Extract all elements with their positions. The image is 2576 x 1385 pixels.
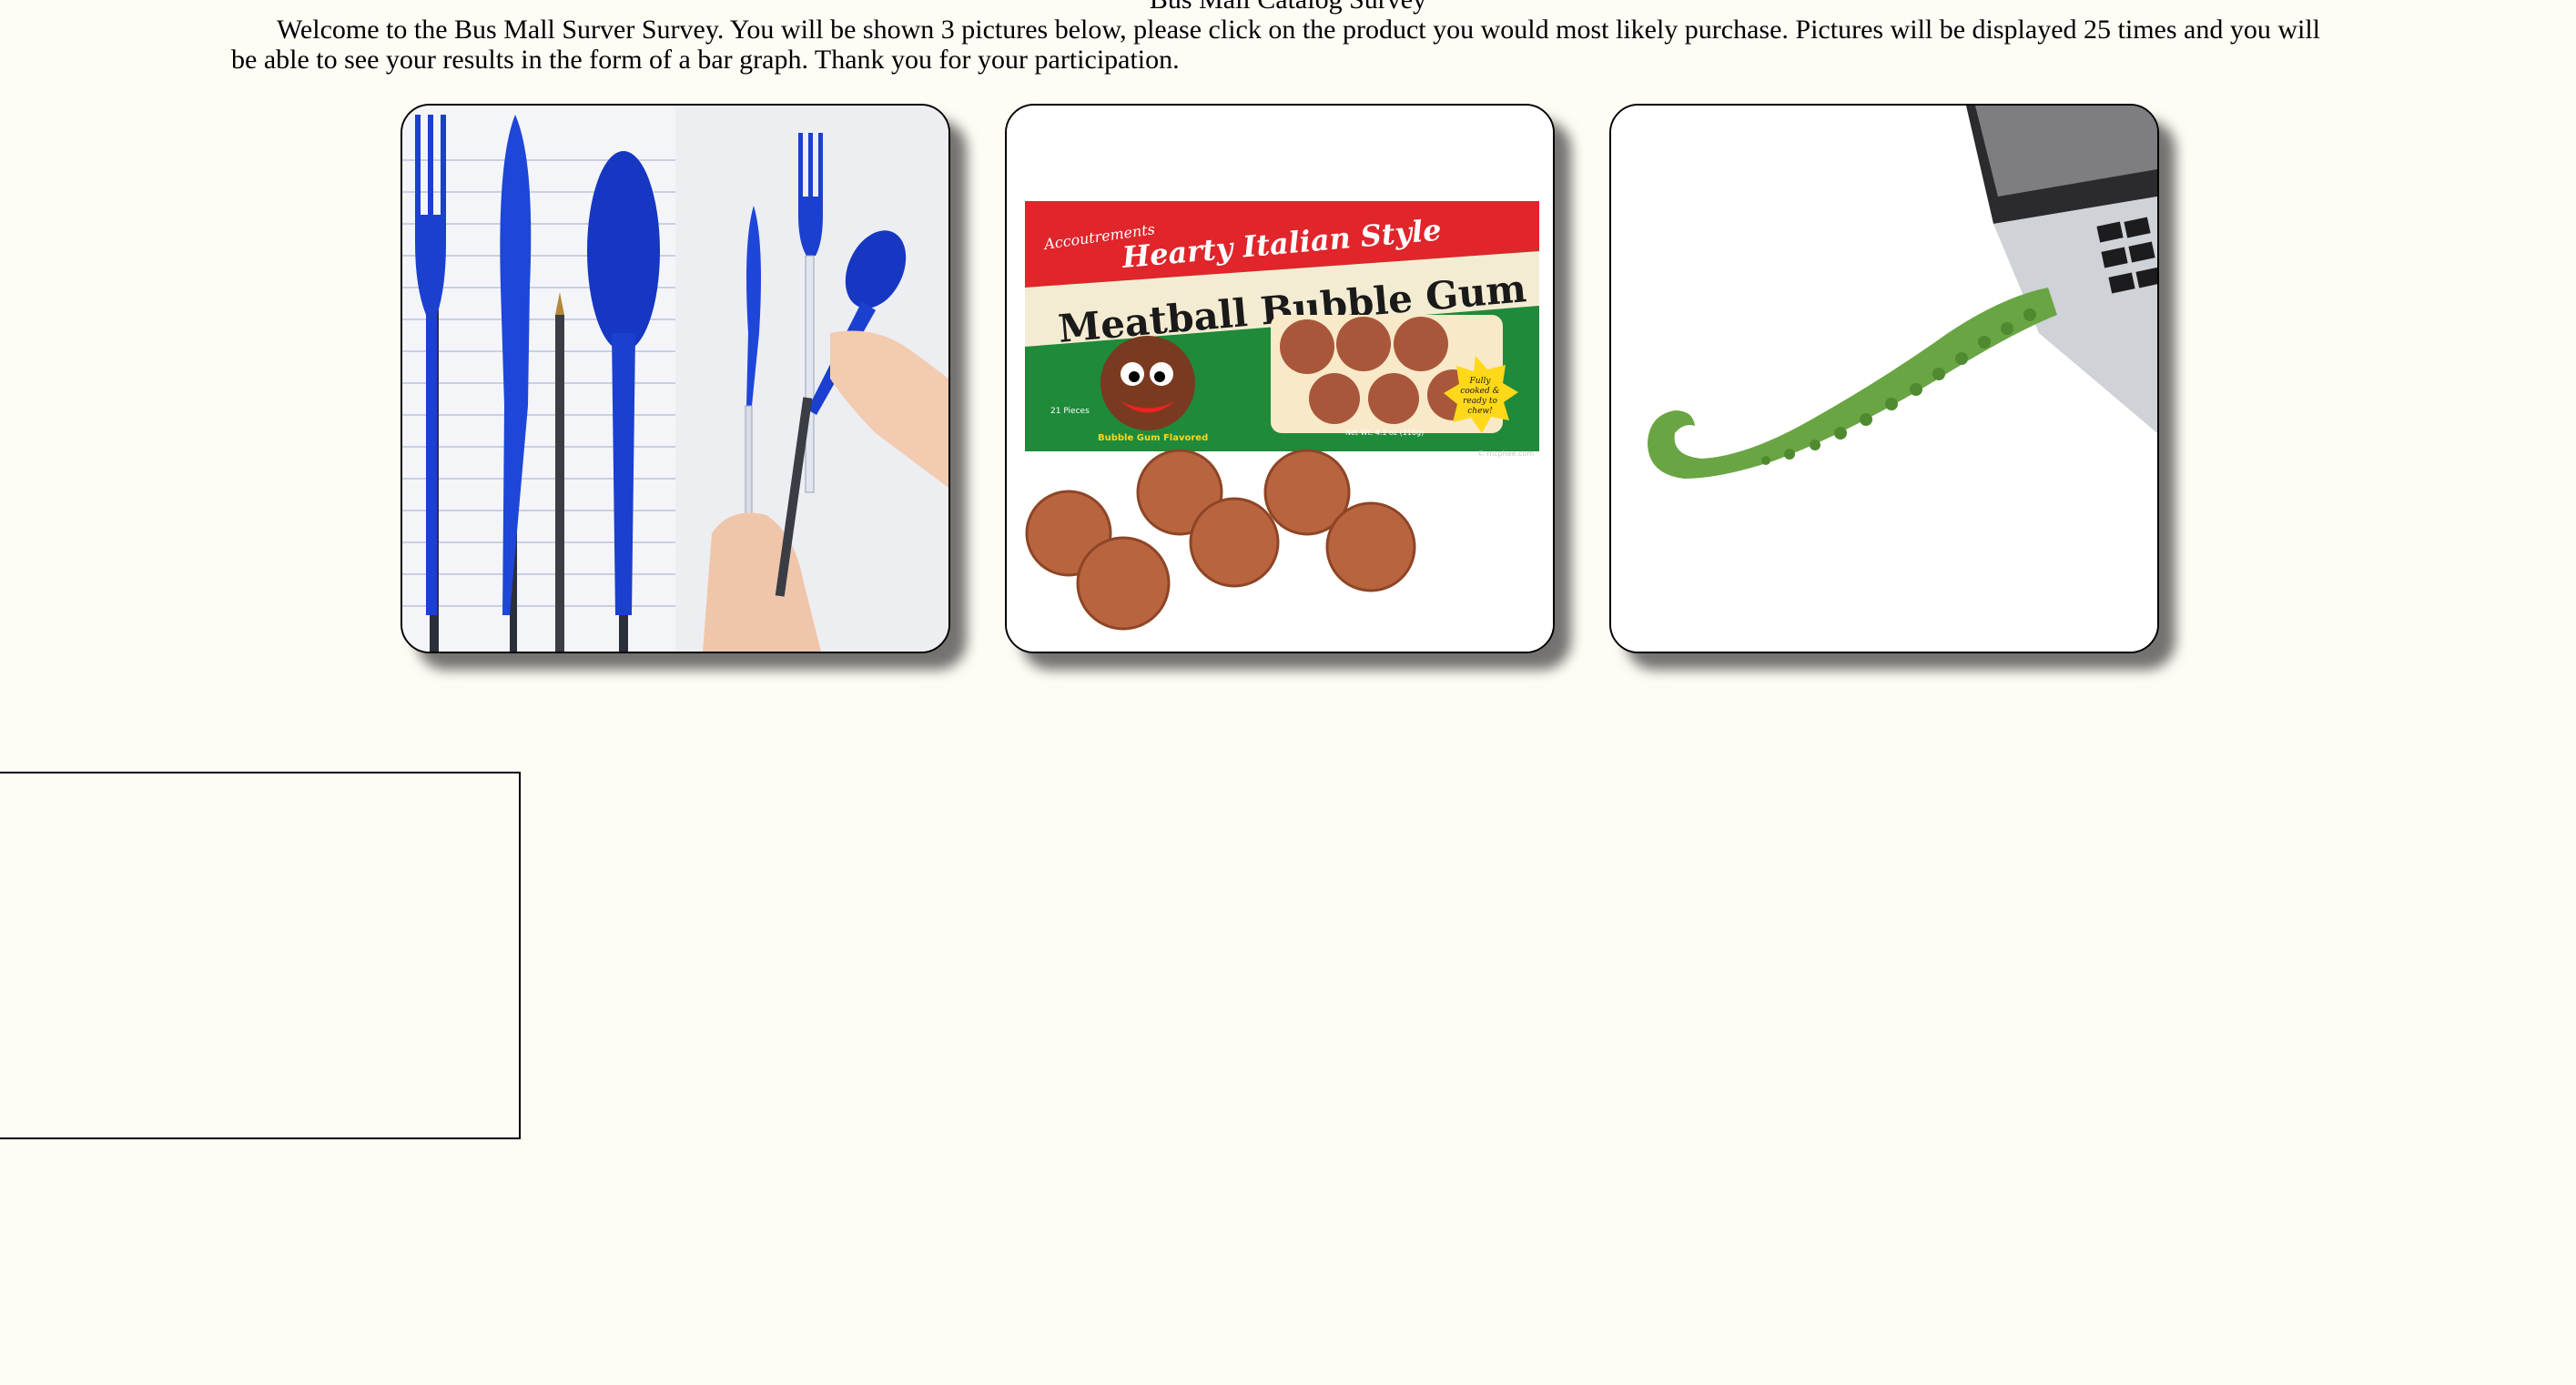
gum-weight-text: Net Wt. 4.1 oz (116g) — [1345, 429, 1424, 437]
product-image-meatball-gum[interactable]: Accoutrements Hearty Italian Style Meatb… — [1005, 104, 1555, 653]
gum-badge-line1: Fully — [1469, 377, 1492, 386]
pen-utensils-icon — [402, 106, 948, 652]
gum-badge-line4: chew! — [1467, 407, 1493, 416]
tentacle-usb-icon — [1611, 106, 2157, 652]
product-image-tentacle-usb[interactable] — [1609, 104, 2159, 653]
meatball-bubble-gum-icon: Accoutrements Hearty Italian Style Meatb… — [1007, 106, 1553, 652]
gum-site-text: © mcphee.com — [1477, 450, 1535, 458]
product-image-pen-utensils[interactable] — [401, 104, 950, 653]
gum-badge-line3: ready to — [1463, 397, 1497, 406]
gum-pieces-text: 21 Pieces — [1050, 407, 1090, 416]
intro-paragraph: Welcome to the Bus Mall Surver Survey. Y… — [231, 15, 2321, 75]
results-chart-canvas — [0, 772, 521, 1139]
gum-badge-line2: cooked & — [1460, 387, 1499, 396]
gum-flavor-text: Bubble Gum Flavored — [1098, 433, 1208, 443]
survey-page: Bus Mall Catalog Survey Welcome to the B… — [0, 0, 2576, 1385]
